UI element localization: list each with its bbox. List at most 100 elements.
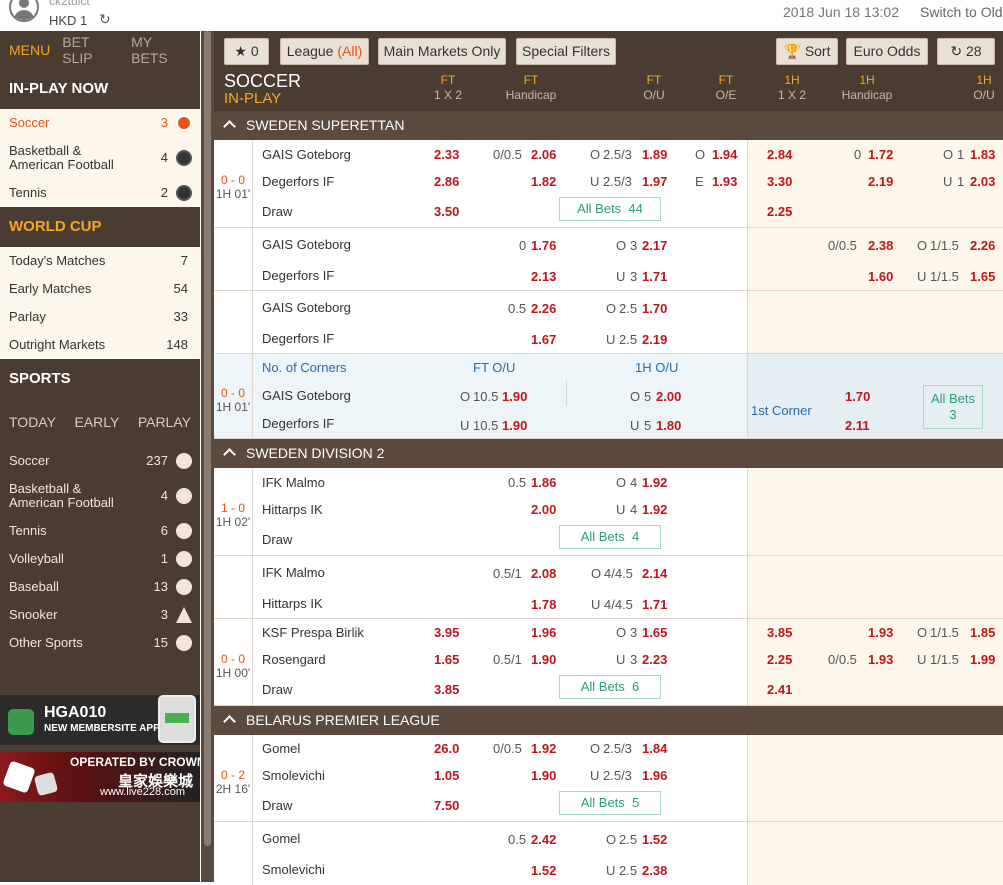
odds[interactable]: 1.65 [642,625,667,640]
app-banner[interactable]: HGA010 NEW MEMBERSITE APP [0,695,200,745]
odds[interactable]: 1.94 [712,147,737,162]
odds[interactable]: 1.92 [642,502,667,517]
odds[interactable]: 2.33 [434,147,459,162]
sport-item-volleyball[interactable]: Volleyball 1 [0,545,200,573]
sport-item-soccer[interactable]: Soccer 237 [0,447,200,475]
sidebar-item-basketball[interactable]: Basketball & American Football 4 [0,137,200,179]
all-bets-button[interactable]: All Bets 3 [923,385,983,429]
favorites-button[interactable]: ★ 0 [224,38,269,65]
tab-early[interactable]: EARLY [74,414,119,430]
odds[interactable]: 1.86 [531,475,556,490]
refresh-balance-icon[interactable]: ↻ [99,11,111,28]
odds[interactable]: 2.42 [531,832,556,847]
league-filter-button[interactable]: League (All) [280,38,369,65]
sport-item-other[interactable]: Other Sports 15 [0,629,200,657]
sidebar-item-early[interactable]: Early Matches 54 [0,275,200,303]
sport-item-snooker[interactable]: Snooker 3 [0,601,200,629]
odds[interactable]: 1.93 [712,174,737,189]
odds[interactable]: 3.30 [767,174,792,189]
main-markets-button[interactable]: Main Markets Only [378,38,506,65]
odds[interactable]: 1.82 [531,174,556,189]
odds[interactable]: 2.38 [642,863,667,878]
all-bets-button[interactable]: All Bets 44 [559,197,661,221]
tab-today[interactable]: TODAY [9,414,56,430]
sport-item-baseball[interactable]: Baseball 13 [0,573,200,601]
odds[interactable]: 1.83 [970,147,995,162]
league-header[interactable]: SWEDEN SUPERETTAN [214,111,1003,140]
odds[interactable]: 3.85 [434,682,459,697]
odds[interactable]: 1.90 [502,418,527,433]
odds[interactable]: 2.86 [434,174,459,189]
odds-format-button[interactable]: Euro Odds [846,38,928,65]
odds[interactable]: 2.26 [531,301,556,316]
odds[interactable]: 1.97 [642,174,667,189]
league-header[interactable]: BELARUS PREMIER LEAGUE [214,706,1003,735]
odds[interactable]: 1.67 [531,332,556,347]
odds[interactable]: 2.13 [531,269,556,284]
avatar-icon[interactable] [9,0,39,22]
odds[interactable]: 1.60 [868,269,893,284]
odds[interactable]: 2.23 [642,652,667,667]
odds[interactable]: 1.85 [970,625,995,640]
odds[interactable]: 1.93 [868,625,893,640]
odds[interactable]: 2.00 [656,389,681,404]
switch-old-link[interactable]: Switch to Old [920,4,1002,20]
odds[interactable]: 2.17 [642,238,667,253]
odds[interactable]: 1.76 [531,238,556,253]
odds[interactable]: 1.92 [531,741,556,756]
sort-button[interactable]: 🏆 Sort [776,38,838,65]
odds[interactable]: 1.90 [531,652,556,667]
sidebar-item-outright[interactable]: Outright Markets 148 [0,331,200,359]
odds[interactable]: 1.84 [642,741,667,756]
sidebar-item-tennis[interactable]: Tennis 2 [0,179,200,207]
odds[interactable]: 2.41 [767,682,792,697]
odds[interactable]: 1.71 [642,269,667,284]
odds[interactable]: 26.0 [434,741,459,756]
odds[interactable]: 2.38 [868,238,893,253]
tab-parlay[interactable]: PARLAY [138,414,191,430]
odds[interactable]: 2.84 [767,147,792,162]
sidebar-item-parlay[interactable]: Parlay 33 [0,303,200,331]
tab-my-bets[interactable]: MY BETS [131,34,188,66]
special-filters-button[interactable]: Special Filters [516,38,616,65]
odds[interactable]: 1.96 [642,768,667,783]
odds[interactable]: 1.99 [970,652,995,667]
odds[interactable]: 2.19 [642,332,667,347]
odds[interactable]: 1.52 [642,832,667,847]
refresh-button[interactable]: ↻ 28 [937,38,995,65]
odds[interactable]: 1.90 [502,389,527,404]
odds[interactable]: 1.52 [531,863,556,878]
odds[interactable]: 1.93 [868,652,893,667]
odds[interactable]: 1.78 [531,597,556,612]
odds[interactable]: 2.14 [642,566,667,581]
all-bets-button[interactable]: All Bets 4 [559,525,661,549]
odds[interactable]: 3.85 [767,625,792,640]
odds[interactable]: 2.19 [868,174,893,189]
odds[interactable]: 1.71 [642,597,667,612]
odds[interactable]: 7.50 [434,798,459,813]
odds[interactable]: 2.03 [970,174,995,189]
sport-item-basketball[interactable]: Basketball & American Football 4 [0,475,200,517]
sidebar-item-today[interactable]: Today's Matches 7 [0,247,200,275]
odds[interactable]: 1.70 [845,389,870,404]
odds[interactable]: 1.89 [642,147,667,162]
league-header[interactable]: SWEDEN DIVISION 2 [214,439,1003,468]
odds[interactable]: 1.80 [656,418,681,433]
tab-bet-slip[interactable]: BET SLIP [62,34,119,66]
odds[interactable]: 1.96 [531,625,556,640]
odds[interactable]: 2.08 [531,566,556,581]
odds[interactable]: 2.00 [531,502,556,517]
all-bets-button[interactable]: All Bets 5 [559,791,661,815]
odds[interactable]: 1.05 [434,768,459,783]
odds[interactable]: 1.92 [642,475,667,490]
tab-menu[interactable]: MENU [9,42,50,58]
scrollbar-thumb[interactable] [204,31,211,846]
sidebar-scrollbar[interactable] [201,31,214,882]
all-bets-button[interactable]: All Bets 6 [559,675,661,699]
sport-item-tennis[interactable]: Tennis 6 [0,517,200,545]
crown-banner[interactable]: OPERATED BY CROWN 皇家娛樂城 www.live228.com [0,752,206,802]
odds[interactable]: 1.90 [531,768,556,783]
odds[interactable]: 2.11 [845,418,870,433]
odds[interactable]: 1.72 [868,147,893,162]
odds[interactable]: 2.26 [970,238,995,253]
